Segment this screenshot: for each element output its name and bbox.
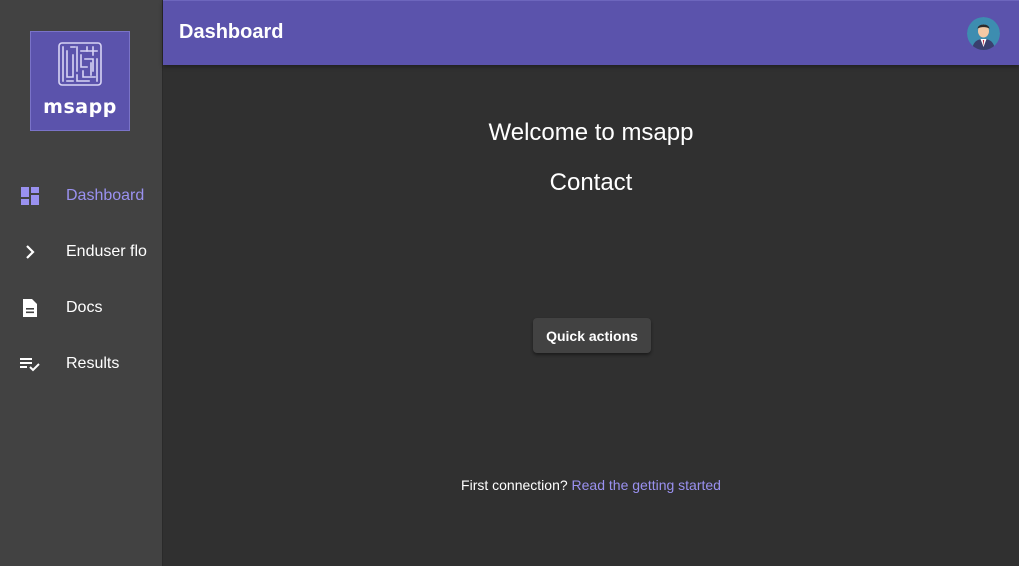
contact-heading: Contact <box>549 169 633 196</box>
logo-text: msapp <box>43 96 117 118</box>
sidebar-nav: Dashboard Enduser flo Docs Results <box>0 168 163 392</box>
page-title: Dashboard <box>179 21 284 43</box>
chevron-right-icon <box>20 242 40 262</box>
user-avatar-icon[interactable] <box>967 17 1000 50</box>
quick-actions-button[interactable]: Quick actions <box>533 318 651 353</box>
first-connection-label: First connection? <box>461 477 568 493</box>
sidebar: msapp Dashboard Enduser flo Docs Results <box>0 0 163 566</box>
app-logo[interactable]: msapp <box>30 31 130 131</box>
top-app-bar: Dashboard <box>163 0 1019 65</box>
app-root: msapp Dashboard Enduser flo Docs Results… <box>0 0 1019 566</box>
playlist-check-icon <box>20 354 40 374</box>
sidebar-item-enduser-flow[interactable]: Enduser flo <box>0 224 163 280</box>
sidebar-item-label: Enduser flo <box>66 243 147 260</box>
getting-started-link[interactable]: Read the getting started <box>572 477 721 493</box>
sidebar-item-label: Docs <box>66 299 103 316</box>
first-connection-text: First connection? Read the getting start… <box>163 477 1019 493</box>
sidebar-item-results[interactable]: Results <box>0 336 163 392</box>
sidebar-item-docs[interactable]: Docs <box>0 280 163 336</box>
document-icon <box>20 298 40 318</box>
main-content: Welcome to msapp Contact Quick actions F… <box>163 65 1019 566</box>
welcome-heading: Welcome to msapp <box>488 119 694 146</box>
maze-logo-icon <box>58 42 102 86</box>
sidebar-item-dashboard[interactable]: Dashboard <box>0 168 163 224</box>
sidebar-item-label: Results <box>66 355 120 372</box>
dashboard-icon <box>20 186 40 206</box>
sidebar-item-label: Dashboard <box>66 187 145 204</box>
